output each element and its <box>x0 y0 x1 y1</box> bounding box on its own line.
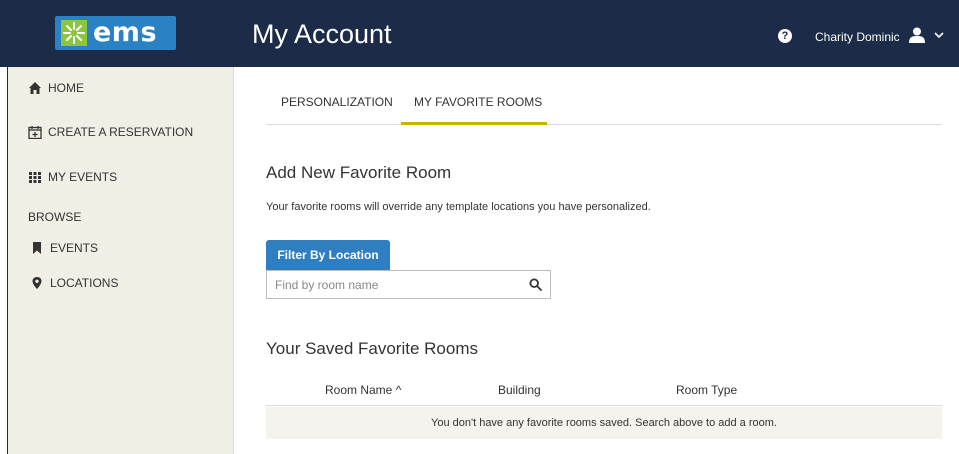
sidebar-item-label: LOCATIONS <box>50 276 119 290</box>
chevron-down-icon[interactable] <box>934 31 944 39</box>
tab-my-favorite-rooms[interactable]: MY FAVORITE ROOMS <box>401 89 547 125</box>
sidebar-item-label: EVENTS <box>50 241 99 255</box>
help-icon[interactable]: ? <box>778 29 792 43</box>
room-search-box <box>266 270 551 299</box>
tab-personalization[interactable]: PERSONALIZATION <box>281 89 393 125</box>
grid-icon <box>29 172 41 183</box>
bookmark-icon <box>33 242 41 254</box>
calendar-plus-icon <box>28 126 42 139</box>
page-title: My Account <box>252 19 392 49</box>
window-edge <box>0 67 8 454</box>
room-search-input[interactable] <box>275 271 515 298</box>
user-icon[interactable] <box>908 27 926 43</box>
sidebar-item-label: MY EVENTS <box>48 170 118 184</box>
column-header-room-type[interactable]: Room Type <box>676 383 737 397</box>
column-header-building[interactable]: Building <box>498 383 541 397</box>
user-name[interactable]: Charity Dominic <box>815 30 900 44</box>
logo-text: ems <box>93 17 158 48</box>
browse-heading: BROWSE <box>28 210 82 224</box>
ems-logo[interactable]: ems <box>55 16 176 50</box>
search-icon[interactable] <box>529 278 542 291</box>
saved-favorites-heading: Your Saved Favorite Rooms <box>266 339 478 358</box>
filter-by-location-button[interactable]: Filter By Location <box>266 240 390 270</box>
add-favorite-heading: Add New Favorite Room <box>266 163 452 182</box>
favorites-note: Your favorite rooms will override any te… <box>266 201 651 213</box>
sidebar: HOME CREATE A RESERVATION MY EVENTS BROW… <box>8 67 234 454</box>
tab-bar: PERSONALIZATION MY FAVORITE ROOMS <box>266 89 942 125</box>
top-bar: ems My Account ? Charity Dominic <box>0 0 959 67</box>
table-header-row: Room Name ^ Building Room Type <box>266 374 942 406</box>
column-header-room-name[interactable]: Room Name ^ <box>325 383 401 397</box>
home-icon <box>29 82 41 94</box>
sidebar-item-label: HOME <box>48 81 84 95</box>
logo-area: ems <box>8 0 233 67</box>
map-marker-icon <box>32 277 42 289</box>
main-content: PERSONALIZATION MY FAVORITE ROOMS Add Ne… <box>234 67 959 454</box>
empty-table-message: You don't have any favorite rooms saved.… <box>266 407 942 439</box>
sidebar-item-label: CREATE A RESERVATION <box>48 125 194 139</box>
logo-burst-icon <box>61 20 87 46</box>
